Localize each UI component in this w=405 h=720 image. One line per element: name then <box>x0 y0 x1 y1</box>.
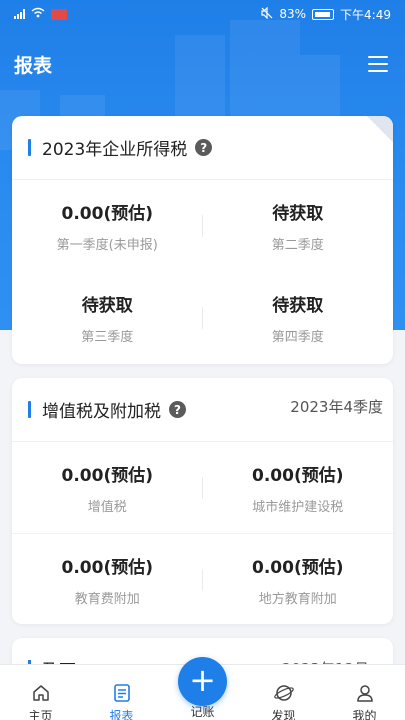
help-icon[interactable]: ? <box>169 401 186 418</box>
section-marker <box>28 139 31 156</box>
income-tax-q1[interactable]: 0.00(预估) 第一季度(未申报) <box>12 180 203 272</box>
education-surcharge-item[interactable]: 0.00(预估) 教育费附加 <box>12 534 203 624</box>
income-tax-q4-value: 待获取 <box>272 296 324 316</box>
income-tax-q4-label: 第四季度 <box>271 330 324 345</box>
discover-icon <box>273 683 294 703</box>
income-tax-q1-value: 0.00(预估) <box>61 204 153 224</box>
menu-icon[interactable] <box>365 53 391 75</box>
add-entry-button[interactable]: + <box>178 657 227 706</box>
tab-report[interactable]: 报表 <box>81 665 162 720</box>
education-surcharge-label: 教育费附加 <box>74 592 140 607</box>
urban-construction-tax-value: 0.00(预估) <box>252 465 344 486</box>
vat-card: 增值税及附加税 ? 2023年4季度 0.00(预估) 增值税 0.00(预估)… <box>12 378 393 624</box>
education-surcharge-value: 0.00(预估) <box>61 558 153 578</box>
report-icon <box>112 683 132 703</box>
income-tax-q2[interactable]: 待获取 第二季度 <box>203 180 394 272</box>
income-tax-q1-label: 第一季度(未申报) <box>56 238 158 253</box>
income-tax-card: 2023年企业所得税 ? 0.00(预估) 第一季度(未申报) 待获取 第二季度… <box>12 116 393 364</box>
income-tax-title: 2023年企业所得税 <box>42 140 188 160</box>
wifi-icon <box>31 7 45 21</box>
local-education-surcharge-label: 地方教育附加 <box>258 592 337 607</box>
income-tax-q2-value: 待获取 <box>272 204 324 224</box>
home-icon <box>31 683 51 703</box>
tab-home[interactable]: 主页 <box>0 665 81 720</box>
notification-badge-icon <box>51 8 67 20</box>
section-marker <box>28 401 31 418</box>
income-tax-q3-label: 第三季度 <box>81 330 134 345</box>
clock: 下午4:49 <box>340 7 391 22</box>
tab-profile-label: 我的 <box>352 709 377 720</box>
income-tax-card-header: 2023年企业所得税 ? <box>12 116 393 180</box>
help-icon[interactable]: ? <box>195 139 213 156</box>
page-title: 报表 <box>14 54 53 77</box>
battery-icon <box>312 8 335 20</box>
vat-value: 0.00(预估) <box>61 465 153 486</box>
vat-period[interactable]: 2023年4季度 <box>290 396 383 417</box>
income-tax-q2-label: 第二季度 <box>271 238 324 253</box>
profile-icon <box>355 683 375 703</box>
status-bar: 83% 下午4:49 <box>0 0 405 28</box>
income-tax-q3[interactable]: 待获取 第三季度 <box>12 272 203 364</box>
vat-title: 增值税及附加税 <box>42 402 161 422</box>
vat-item[interactable]: 0.00(预估) 增值税 <box>12 442 203 534</box>
income-tax-q3-value: 待获取 <box>81 296 133 316</box>
signal-icon <box>14 9 25 19</box>
local-education-surcharge-item[interactable]: 0.00(预估) 地方教育附加 <box>203 534 394 624</box>
tab-home-label: 主页 <box>28 709 53 720</box>
urban-construction-tax-label: 城市维护建设税 <box>252 499 344 515</box>
battery-percent: 83% <box>279 7 307 21</box>
tab-discover-label: 发现 <box>271 709 296 720</box>
mute-icon <box>261 6 273 22</box>
urban-construction-tax-item[interactable]: 0.00(预估) 城市维护建设税 <box>202 442 393 534</box>
income-tax-q4[interactable]: 待获取 第四季度 <box>203 272 394 364</box>
tab-discover[interactable]: 发现 <box>243 665 324 720</box>
vat-label: 增值税 <box>87 499 127 515</box>
top-bar: 报表 <box>0 42 405 86</box>
local-education-surcharge-value: 0.00(预估) <box>252 558 344 578</box>
tab-profile[interactable]: 我的 <box>324 665 405 720</box>
vat-card-header: 增值税及附加税 ? 2023年4季度 <box>12 378 393 442</box>
tab-report-label: 报表 <box>109 709 134 720</box>
